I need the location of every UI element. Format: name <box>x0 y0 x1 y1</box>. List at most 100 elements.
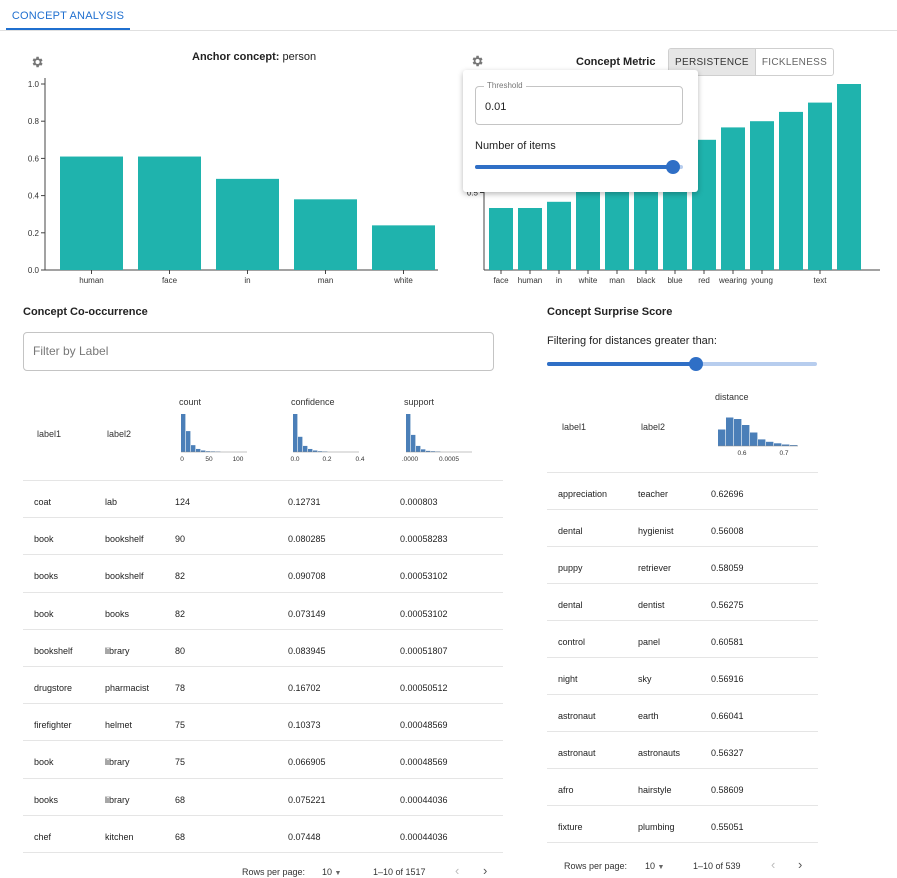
table-row-divider <box>547 583 818 584</box>
histogram-tick-label: 0.4 <box>355 456 364 463</box>
count-histogram: 050100 <box>172 408 262 464</box>
table-cell: 124 <box>175 497 190 507</box>
x-tick-label: black <box>637 276 657 285</box>
chevron-right-icon[interactable]: › <box>483 863 487 878</box>
anchor-concept-value: person <box>282 51 316 63</box>
table-cell: 0.56916 <box>711 674 744 684</box>
items-slider-thumb[interactable] <box>666 160 680 174</box>
bar[interactable] <box>547 202 571 270</box>
chevron-right-icon[interactable]: › <box>798 857 802 872</box>
histogram-tick-label: 0.0005 <box>439 456 459 463</box>
table-cell: appreciation <box>558 489 607 499</box>
table-cell: 0.58609 <box>711 785 744 795</box>
distance-histogram: 0.60.7 <box>712 404 807 458</box>
table-row-divider <box>23 778 503 779</box>
x-tick-label: in <box>244 276 250 285</box>
table-cell: kitchen <box>105 832 134 842</box>
table-cell: 0.55051 <box>711 822 744 832</box>
bar[interactable] <box>837 84 861 270</box>
bar[interactable] <box>779 112 803 270</box>
x-tick-label: man <box>318 276 334 285</box>
histogram-tick-label: .0000 <box>402 456 419 463</box>
bar[interactable] <box>216 179 279 270</box>
table-cell: retriever <box>638 563 671 573</box>
bar[interactable] <box>372 225 435 270</box>
x-tick-label: white <box>393 276 413 285</box>
histogram-bar <box>726 418 733 447</box>
rows-per-page-select[interactable]: 10 ▼ <box>322 867 341 877</box>
histogram-tick-label: 0.2 <box>322 456 331 463</box>
table-cell: coat <box>34 497 51 507</box>
table-row-divider <box>23 666 503 667</box>
table-cell: astronaut <box>558 711 596 721</box>
x-tick-label: young <box>751 276 773 285</box>
bar[interactable] <box>294 199 357 270</box>
col-header-label1[interactable]: label1 <box>562 422 586 432</box>
threshold-field[interactable]: Threshold 0.01 <box>475 86 683 125</box>
table-cell: 0.075221 <box>288 795 326 805</box>
chevron-left-icon[interactable]: ‹ <box>771 857 775 872</box>
histogram-tick-label: 100 <box>233 456 244 463</box>
table-cell: afro <box>558 785 574 795</box>
anchor-concept-label: Anchor concept: <box>192 51 279 63</box>
table-row-divider <box>23 517 503 518</box>
bar[interactable] <box>518 208 542 270</box>
metric-option-fickleness[interactable]: FICKLENESS <box>756 49 833 75</box>
table-cell: 0.00044036 <box>400 832 448 842</box>
filter-by-label-field[interactable] <box>23 332 494 371</box>
table-row-divider <box>23 852 503 853</box>
table-cell: drugstore <box>34 683 72 693</box>
distance-slider-thumb[interactable] <box>689 357 703 371</box>
table-cell: chef <box>34 832 51 842</box>
anchor-bar-chart: 0.00.20.40.60.81.0humanfaceinmanwhite <box>0 76 440 290</box>
confidence-histogram: 0.00.20.4 <box>284 408 374 464</box>
x-tick-label: blue <box>667 276 683 285</box>
bar[interactable] <box>808 103 832 270</box>
x-tick-label: in <box>556 276 562 285</box>
table-cell: 0.00048569 <box>400 757 448 767</box>
threshold-value: 0.01 <box>485 101 506 113</box>
histogram-bar <box>191 445 195 452</box>
bar[interactable] <box>60 157 123 270</box>
y-tick-label: 0.0 <box>28 266 40 275</box>
table-cell: 0.12731 <box>288 497 321 507</box>
table-cell: hygienist <box>638 526 674 536</box>
table-cell: 0.073149 <box>288 609 326 619</box>
col-header-support[interactable]: support <box>404 397 434 407</box>
histogram-tick-label: 0 <box>180 456 184 463</box>
rows-per-page-select[interactable]: 10 ▼ <box>645 861 664 871</box>
col-header-confidence[interactable]: confidence <box>291 397 335 407</box>
table-cell: 78 <box>175 683 185 693</box>
gear-icon[interactable] <box>470 54 484 68</box>
col-header-label2[interactable]: label2 <box>641 422 665 432</box>
table-cell: book <box>34 609 54 619</box>
table-cell: panel <box>638 637 660 647</box>
x-tick-label: wearing <box>718 276 747 285</box>
bar[interactable] <box>138 157 201 270</box>
histogram-bar <box>774 443 781 446</box>
gear-icon[interactable] <box>30 55 44 69</box>
table-cell: 0.62696 <box>711 489 744 499</box>
table-row-divider <box>23 740 503 741</box>
bar[interactable] <box>750 121 774 270</box>
table-cell: plumbing <box>638 822 675 832</box>
table-cell: fixture <box>558 822 583 832</box>
items-slider-track <box>475 165 673 169</box>
rows-per-page-value: 10 <box>645 861 655 871</box>
col-header-label2[interactable]: label2 <box>107 429 131 439</box>
col-header-count[interactable]: count <box>179 397 201 407</box>
tab-concept-analysis[interactable]: CONCEPT ANALYSIS <box>6 0 130 31</box>
filter-by-label-input[interactable] <box>33 344 473 358</box>
histogram-bar <box>308 449 312 452</box>
col-header-label1[interactable]: label1 <box>37 429 61 439</box>
col-header-distance[interactable]: distance <box>715 392 749 402</box>
bar[interactable] <box>721 127 745 270</box>
table-cell: astronauts <box>638 748 680 758</box>
table-cell: 0.00044036 <box>400 795 448 805</box>
chevron-left-icon[interactable]: ‹ <box>455 863 459 878</box>
table-cell: 80 <box>175 646 185 656</box>
table-cell: dental <box>558 526 583 536</box>
table-cell: puppy <box>558 563 583 573</box>
table-cell: sky <box>638 674 652 684</box>
bar[interactable] <box>489 208 513 270</box>
